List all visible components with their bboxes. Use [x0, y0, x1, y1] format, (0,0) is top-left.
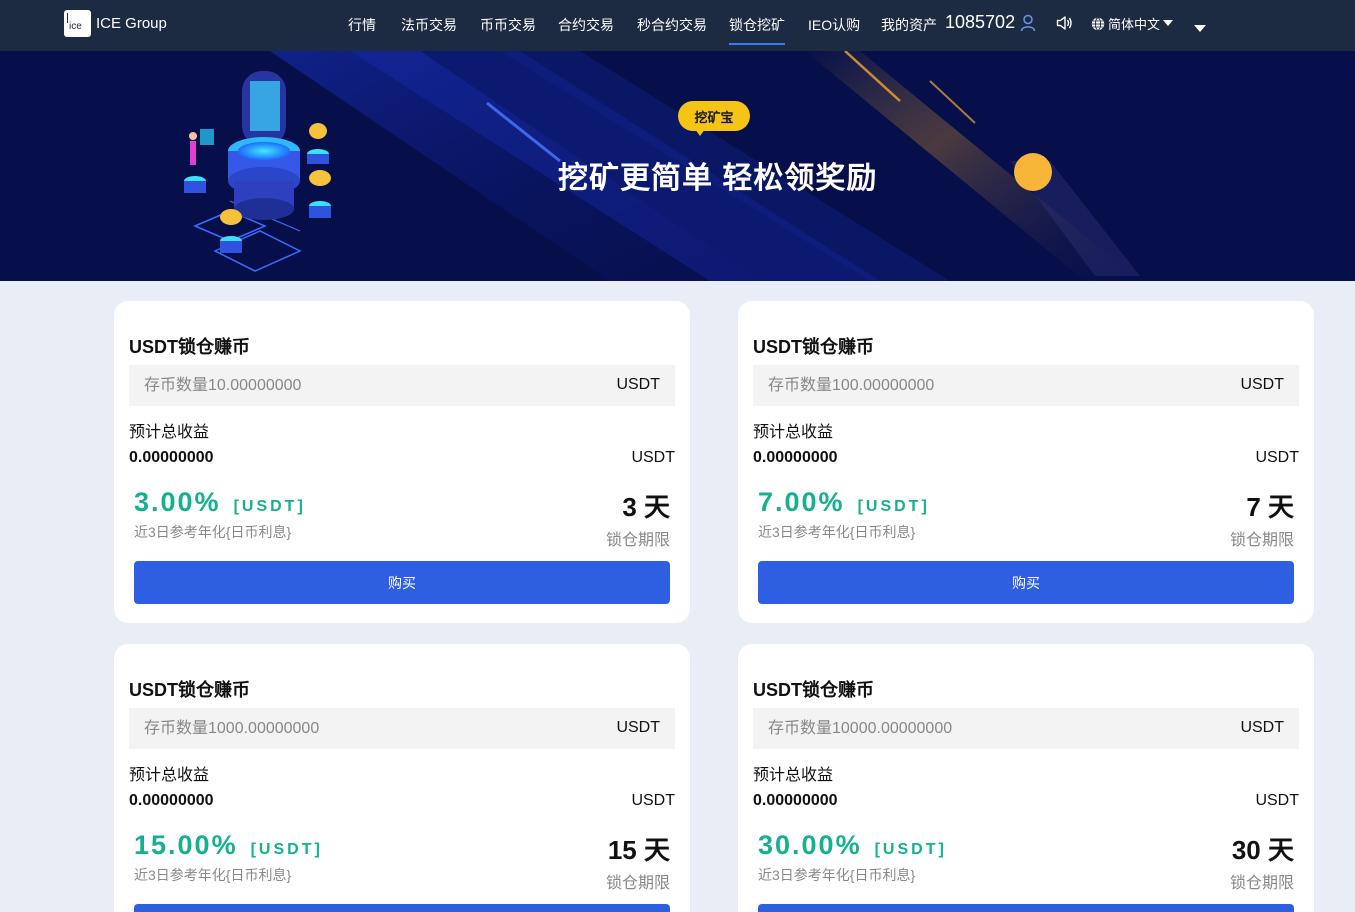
nav-item-contract-trade[interactable]: 合约交易: [558, 15, 614, 35]
amount-field: USDT: [753, 708, 1299, 749]
amount-field: USDT: [753, 365, 1299, 406]
amount-field: USDT: [129, 365, 675, 406]
estimated-income-unit: USDT: [1255, 449, 1299, 466]
mining-badge: 挖矿宝: [678, 101, 750, 131]
amount-unit: USDT: [1240, 719, 1284, 736]
buy-button[interactable]: [758, 904, 1294, 912]
deposit-amount-input[interactable]: [129, 365, 589, 406]
annual-rate-unit: [USDT]: [250, 841, 323, 858]
estimated-income-unit: USDT: [631, 792, 675, 809]
mining-banner: 挖矿宝 挖矿更简单 轻松领奖励: [0, 51, 1355, 281]
annual-rate-description: 近3日参考年化{日币利息}: [758, 867, 916, 883]
lock-mining-card: USDT锁仓赚币 USDT 预计总收益 0.00000000 USDT 30.0…: [738, 644, 1314, 912]
annual-rate-description: 近3日参考年化{日币利息}: [134, 524, 292, 540]
mining-machine-icon: [184, 71, 331, 272]
estimated-income-value: 0.00000000: [753, 449, 838, 466]
deposit-amount-input[interactable]: [753, 365, 1213, 406]
lock-mining-card: USDT锁仓赚币 USDT 预计总收益 0.00000000 USDT 15.0…: [114, 644, 690, 912]
lock-mining-card: USDT锁仓赚币 USDT 预计总收益 0.00000000 USDT 7.00…: [738, 301, 1314, 623]
nav-item-ieo[interactable]: IEO认购: [808, 15, 860, 35]
estimated-income-label: 预计总收益: [753, 767, 834, 784]
nav-item-lock-mining[interactable]: 锁仓挖矿: [729, 15, 785, 45]
card-title: USDT锁仓赚币: [129, 680, 250, 700]
lock-period-label: 锁仓期限: [1229, 532, 1294, 549]
annual-rate: 30.00% [USDT]: [758, 830, 947, 861]
annual-rate: 7.00% [USDT]: [758, 487, 930, 518]
annual-rate-value: 15.00%: [134, 830, 238, 860]
estimated-income-value: 0.00000000: [129, 449, 214, 466]
estimated-income-unit: USDT: [1255, 792, 1299, 809]
annual-rate-value: 7.00%: [758, 487, 845, 517]
card-title: USDT锁仓赚币: [753, 680, 874, 700]
lock-period-value: 15 天: [607, 835, 670, 865]
top-navigation-bar: ice ICE Group 行情 法币交易 币币交易 合约交易 秒合约交易 锁仓…: [0, 0, 1355, 51]
sun-orb-icon: [1014, 153, 1052, 191]
amount-field: USDT: [129, 708, 675, 749]
lock-period-label: 锁仓期限: [605, 532, 670, 549]
card-title: USDT锁仓赚币: [753, 337, 874, 357]
asset-balance: 1085702: [945, 12, 1016, 32]
deposit-amount-input[interactable]: [129, 708, 589, 749]
annual-rate: 3.00% [USDT]: [134, 487, 306, 518]
amount-unit: USDT: [616, 376, 660, 393]
annual-rate-unit: [USDT]: [233, 498, 306, 515]
annual-rate-value: 30.00%: [758, 830, 862, 860]
logo-text: ICE Group: [96, 15, 167, 32]
amount-unit: USDT: [616, 719, 660, 736]
annual-rate-unit: [USDT]: [874, 841, 947, 858]
nav-item-market[interactable]: 行情: [348, 15, 376, 35]
nav-item-fiat-trade[interactable]: 法币交易: [401, 15, 457, 35]
lock-period-label: 锁仓期限: [605, 875, 670, 892]
lock-period-value: 7 天: [1246, 492, 1294, 522]
estimated-income-label: 预计总收益: [753, 424, 834, 441]
estimated-income-unit: USDT: [631, 449, 675, 466]
globe-icon: [1091, 16, 1105, 31]
user-icon[interactable]: [1020, 14, 1036, 37]
annual-rate-unit: [USDT]: [857, 498, 930, 515]
deposit-amount-input[interactable]: [753, 708, 1213, 749]
lock-period-label: 锁仓期限: [1229, 875, 1294, 892]
lock-mining-card: USDT锁仓赚币 USDT 预计总收益 0.00000000 USDT 3.00…: [114, 301, 690, 623]
annual-rate: 15.00% [USDT]: [134, 830, 323, 861]
nav-item-second-contract[interactable]: 秒合约交易: [637, 15, 707, 35]
buy-button[interactable]: 购买: [758, 561, 1294, 604]
lock-period-value: 3 天: [622, 492, 670, 522]
language-selector[interactable]: 简体中文: [1091, 14, 1174, 33]
nav-item-spot-trade[interactable]: 币币交易: [480, 15, 536, 35]
card-title: USDT锁仓赚币: [129, 337, 250, 357]
estimated-income-value: 0.00000000: [753, 792, 838, 809]
lock-period-value: 30 天: [1231, 835, 1294, 865]
estimated-income-label: 预计总收益: [129, 767, 210, 784]
menu-caret-icon[interactable]: [1194, 20, 1206, 38]
brand-logo[interactable]: ice ICE Group: [64, 10, 167, 37]
logo-icon: ice: [64, 10, 91, 37]
language-label: 简体中文: [1108, 17, 1161, 32]
banner-slogan: 挖矿更简单 轻松领奖励: [558, 162, 878, 195]
buy-button[interactable]: 购买: [134, 561, 670, 604]
speaker-icon[interactable]: [1056, 15, 1073, 36]
amount-unit: USDT: [1240, 376, 1284, 393]
annual-rate-value: 3.00%: [134, 487, 221, 517]
caret-down-icon: [1163, 20, 1174, 26]
nav-item-my-assets[interactable]: 我的资产: [881, 15, 937, 35]
estimated-income-label: 预计总收益: [129, 424, 210, 441]
annual-rate-description: 近3日参考年化{日币利息}: [134, 867, 292, 883]
annual-rate-description: 近3日参考年化{日币利息}: [758, 524, 916, 540]
estimated-income-value: 0.00000000: [129, 792, 214, 809]
buy-button[interactable]: [134, 904, 670, 912]
logo-mark: ice: [69, 21, 82, 32]
